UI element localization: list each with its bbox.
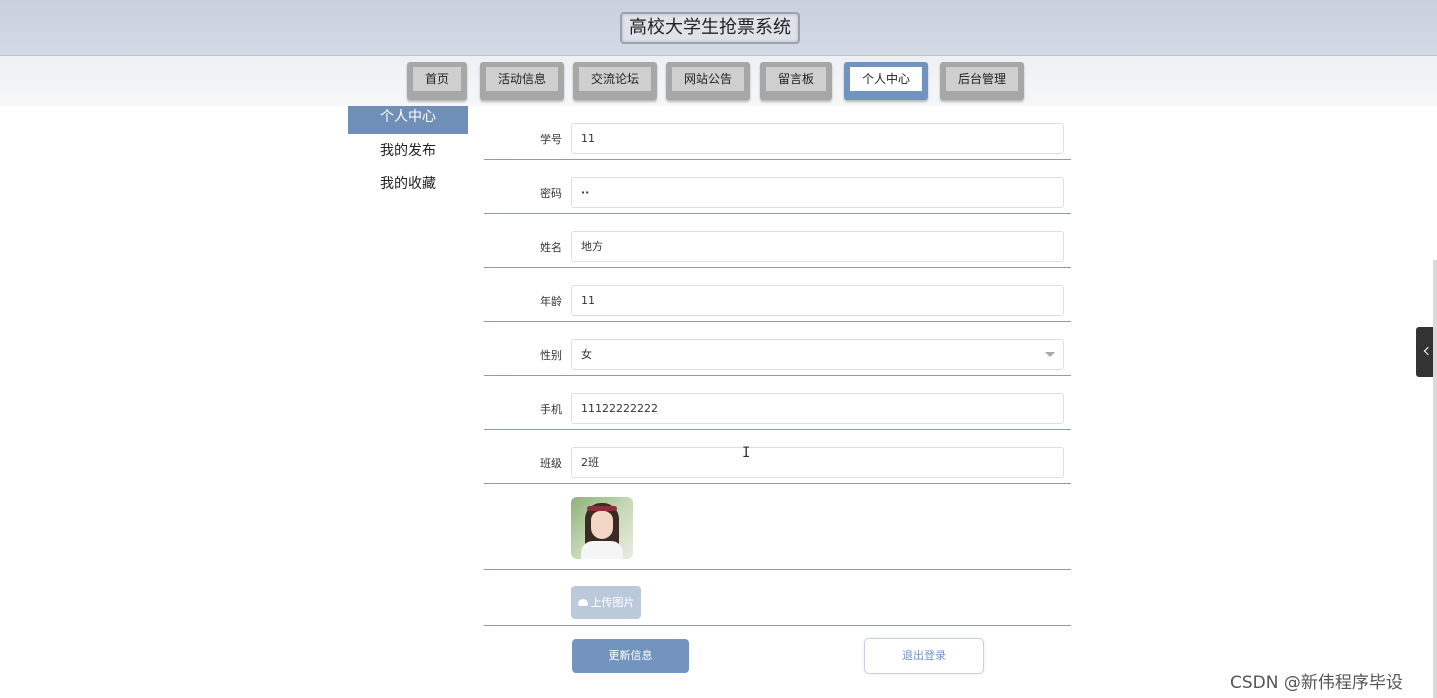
form-row-class: 班级 2班: [484, 430, 1071, 484]
nav-label: 首页: [413, 67, 462, 91]
avatar-face: [591, 511, 613, 539]
nav-item-messageboard[interactable]: 留言板: [760, 62, 833, 100]
logout-button[interactable]: 退出登录: [864, 638, 984, 674]
nav-label: 活动信息: [486, 67, 559, 91]
site-title: 高校大学生抢票系统: [620, 12, 800, 44]
gender-label: 性别: [540, 349, 562, 362]
nav-item-admin[interactable]: 后台管理: [940, 62, 1025, 100]
form-row-age: 年龄 11: [484, 268, 1071, 322]
avatar-body: [581, 541, 623, 559]
nav-label: 交流论坛: [579, 67, 652, 91]
sidebar: 个人中心 我的发布 我的收藏: [348, 106, 468, 205]
sidebar-item-my-favorites[interactable]: 我的收藏: [348, 172, 468, 205]
sidebar-item-my-posts[interactable]: 我的发布: [348, 139, 468, 172]
form-row-gender: 性别 女: [484, 322, 1071, 376]
main-nav: 首页 活动信息 交流论坛 网站公告 留言板 个人中心 后台管理: [0, 56, 1437, 106]
age-label: 年龄: [540, 295, 562, 308]
text-cursor-icon: I: [742, 445, 751, 461]
cloud-upload-icon: [577, 599, 588, 606]
chevron-left-icon: [1423, 346, 1433, 356]
form-row-upload: 上传图片: [484, 570, 1071, 626]
nav-label: 网站公告: [672, 67, 745, 91]
nav-item-home[interactable]: 首页: [407, 62, 468, 100]
nav-item-personal-center[interactable]: 个人中心: [844, 62, 929, 100]
name-label: 姓名: [540, 241, 562, 254]
watermark: CSDN @新伟程序毕设: [1230, 673, 1403, 693]
chevron-down-icon: [1045, 352, 1055, 357]
form-row-student-id: 学号 11: [484, 106, 1071, 160]
sidebar-item-personal-center[interactable]: 个人中心: [348, 106, 468, 134]
form-row-password: 密码 ··: [484, 160, 1071, 214]
age-input[interactable]: 11: [571, 285, 1064, 316]
nav-item-forum[interactable]: 交流论坛: [573, 62, 658, 100]
nav-item-activities[interactable]: 活动信息: [480, 62, 565, 100]
nav-item-announcements[interactable]: 网站公告: [666, 62, 751, 100]
form-row-avatar: [484, 484, 1071, 570]
profile-form: 学号 11 密码 ·· 姓名 地方 年龄 11 性别 女 手机 11122222…: [484, 106, 1071, 626]
student-id-input[interactable]: 11: [571, 123, 1064, 154]
update-info-button[interactable]: 更新信息: [572, 639, 689, 673]
nav-label: 留言板: [766, 67, 827, 91]
phone-input[interactable]: 11122222222: [571, 393, 1064, 424]
avatar-image: [571, 497, 633, 559]
form-row-name: 姓名 地方: [484, 214, 1071, 268]
gender-select[interactable]: 女: [571, 339, 1064, 370]
password-input[interactable]: ··: [571, 177, 1064, 208]
form-row-phone: 手机 11122222222: [484, 376, 1071, 430]
nav-label: 后台管理: [946, 67, 1019, 91]
class-label: 班级: [540, 457, 562, 470]
site-header: 高校大学生抢票系统: [0, 0, 1437, 56]
nav-label: 个人中心: [850, 67, 923, 91]
gender-value: 女: [581, 348, 592, 361]
student-id-label: 学号: [540, 133, 562, 146]
upload-image-button[interactable]: 上传图片: [571, 586, 641, 619]
avatar-headband: [587, 506, 617, 511]
upload-label: 上传图片: [590, 596, 635, 609]
name-input[interactable]: 地方: [571, 231, 1064, 262]
password-label: 密码: [540, 187, 562, 200]
class-input[interactable]: 2班: [571, 447, 1064, 478]
phone-label: 手机: [540, 403, 562, 416]
scrollbar[interactable]: [1433, 260, 1437, 698]
